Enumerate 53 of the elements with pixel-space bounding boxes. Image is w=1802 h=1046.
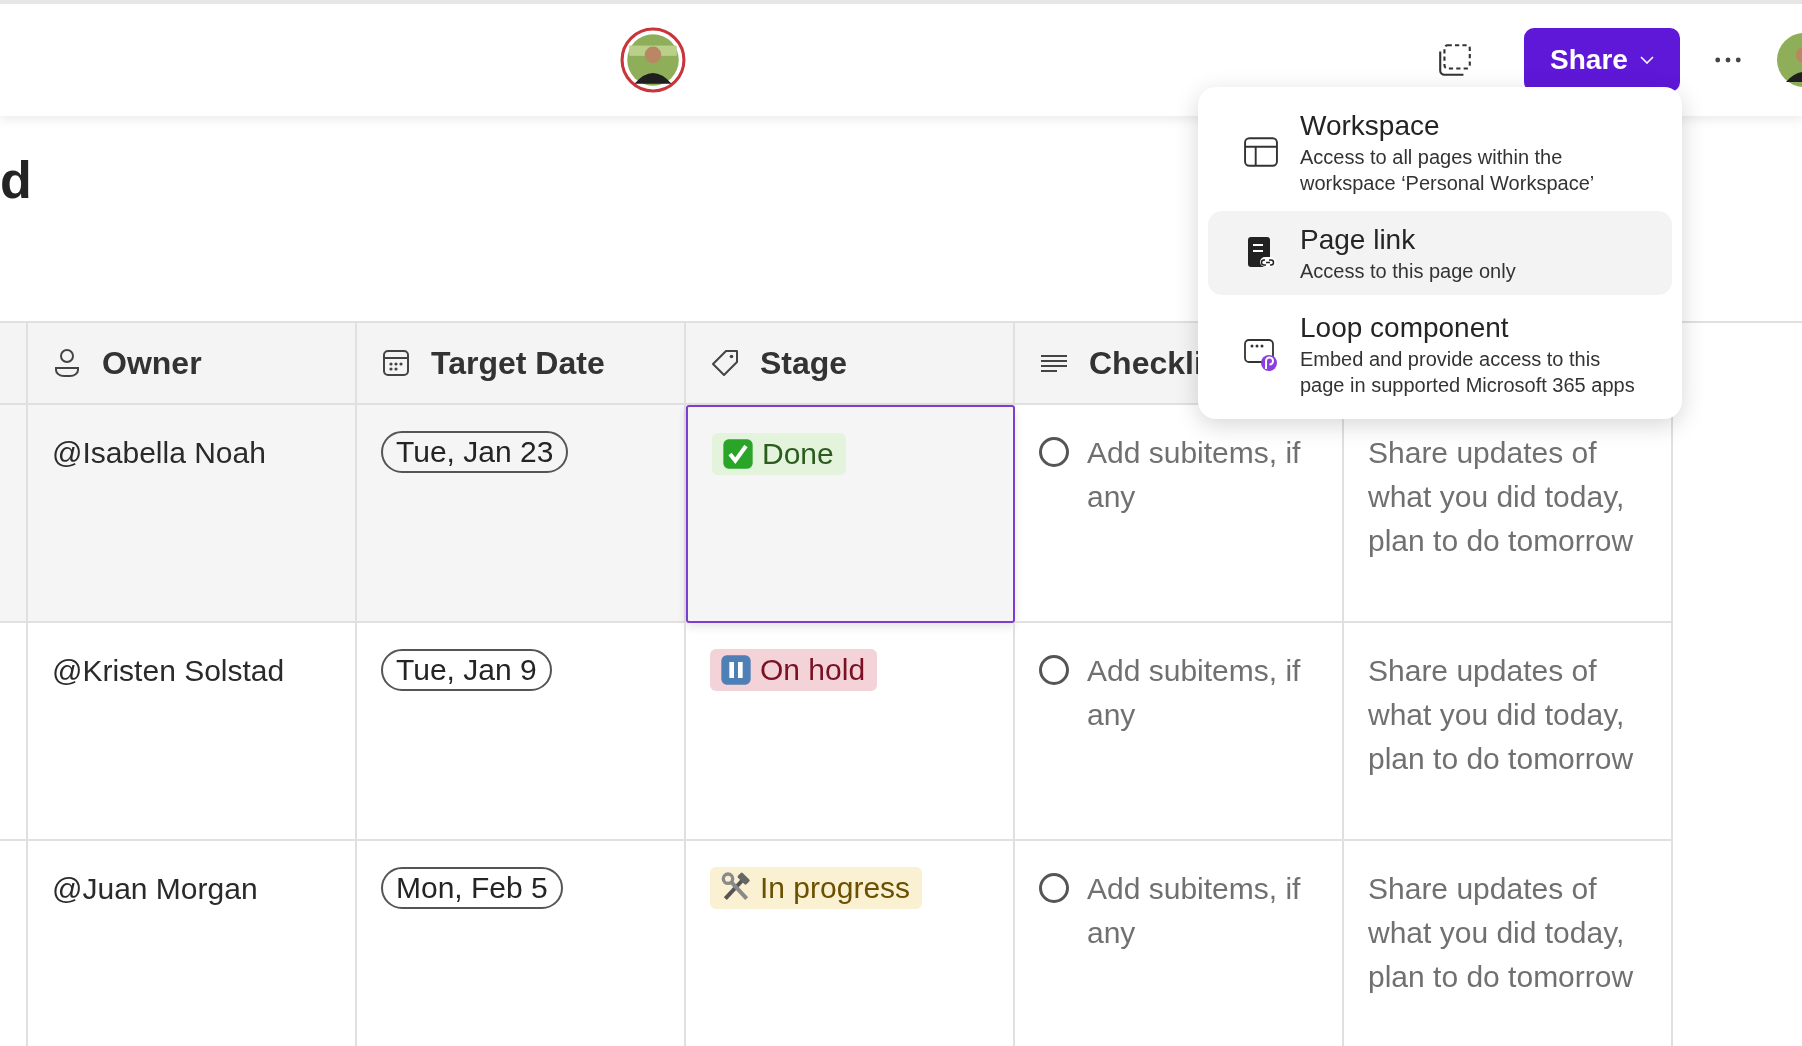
checklist-cell[interactable]: Add subitems, if any <box>1015 623 1344 841</box>
calendar-icon <box>381 348 411 378</box>
owner-name: @Juan Morgan <box>52 871 258 907</box>
table-cell[interactable] <box>0 405 28 623</box>
checklist-checkbox[interactable] <box>1039 873 1069 903</box>
date-chip[interactable]: Tue, Jan 23 <box>381 431 569 473</box>
table-cell[interactable]: @Juan Morgan <box>28 841 357 1046</box>
notes-placeholder: Share updates of what you did today, plan to do tomorrow <box>1368 871 1635 995</box>
notes-placeholder: Share updates of what you did today, plan to do tomorrow <box>1368 435 1635 559</box>
owner-name: @Isabella Noah <box>52 435 266 471</box>
loop-component-icon <box>1244 337 1278 371</box>
share-option[interactable]: Workspace Access to all pages within the workspace ‘Personal Workspace’ <box>1208 97 1672 207</box>
stage-tag[interactable]: In progress <box>710 867 923 909</box>
chevron-down-icon <box>1639 56 1654 64</box>
stage-tag[interactable]: Done <box>712 433 846 475</box>
column-header[interactable]: Stage <box>686 323 1015 405</box>
checklist-placeholder: Add subitems, if any <box>1087 871 1302 951</box>
share-option[interactable]: Page link Access to this page only <box>1208 211 1672 295</box>
table-cell[interactable]: On hold <box>686 623 1015 841</box>
date-chip[interactable]: Tue, Jan 9 <box>381 649 552 691</box>
stage-tag[interactable]: On hold <box>710 649 878 691</box>
notes-placeholder: Share updates of what you did today, plan to do tomorrow <box>1368 653 1635 777</box>
table-cell[interactable]: In progress <box>686 841 1015 1046</box>
pause-icon <box>720 654 752 686</box>
more-icon[interactable] <box>1714 56 1742 64</box>
table-cell[interactable]: Tue, Jan 9 <box>357 623 686 841</box>
tag-icon <box>710 348 740 378</box>
page-title: d <box>0 150 32 210</box>
checklist-placeholder: Add subitems, if any <box>1087 653 1302 733</box>
table-cell[interactable]: Done <box>686 405 1015 623</box>
selection-icon[interactable] <box>1436 41 1474 79</box>
layout-icon <box>1244 135 1278 169</box>
checklist-checkbox[interactable] <box>1039 655 1069 685</box>
option-title: Workspace <box>1300 109 1441 143</box>
column-header[interactable]: Target Date <box>357 323 686 405</box>
option-description: Access to all pages within the workspace ‘Personal Workspace’ <box>1300 145 1596 196</box>
checklist-checkbox[interactable] <box>1039 437 1069 467</box>
option-title: Page link <box>1300 223 1417 257</box>
checklist-placeholder: Add subitems, if any <box>1087 435 1302 515</box>
checklist-cell[interactable]: Add subitems, if any <box>1015 841 1344 1046</box>
table-cell[interactable] <box>0 623 28 841</box>
date-chip[interactable]: Mon, Feb 5 <box>381 867 563 909</box>
check-mark-icon <box>722 438 754 470</box>
user-avatar[interactable] <box>620 27 686 93</box>
option-description: Access to this page only <box>1300 259 1517 284</box>
column-header[interactable]: Owner <box>28 323 357 405</box>
share-button[interactable]: Share <box>1524 28 1680 92</box>
owner-name: @Kristen Solstad <box>52 653 285 689</box>
table-cell[interactable]: Tue, Jan 23 <box>357 405 686 623</box>
table-cell[interactable]: @Isabella Noah <box>28 405 357 623</box>
table-cell[interactable]: @Kristen Solstad <box>28 623 357 841</box>
table-cell[interactable]: Mon, Feb 5 <box>357 841 686 1046</box>
person-icon <box>52 348 82 378</box>
